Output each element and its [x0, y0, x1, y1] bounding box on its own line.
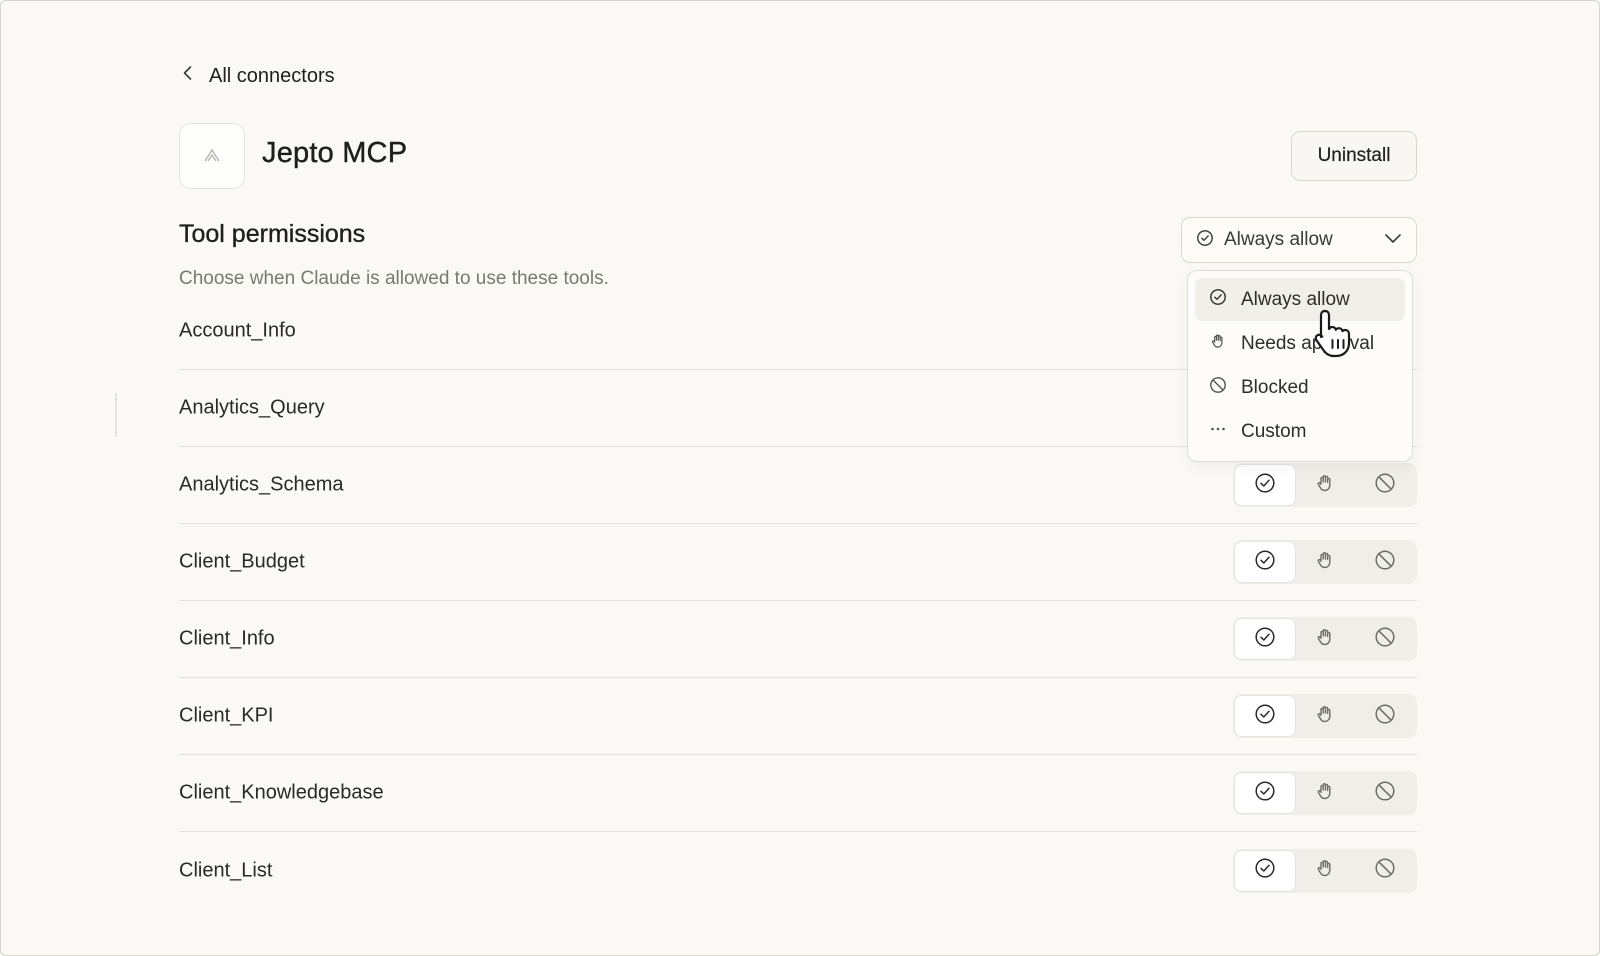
tool-name: Client_Info: [179, 627, 275, 650]
dropdown-option-label: Custom: [1241, 420, 1307, 442]
hand-icon: [1314, 626, 1336, 653]
dropdown-option-custom[interactable]: Custom: [1195, 410, 1405, 453]
needs-approval-option[interactable]: [1295, 851, 1355, 891]
connector-logo: [179, 123, 245, 189]
global-permission-select[interactable]: Always allow: [1181, 217, 1417, 263]
chevron-left-icon: [179, 64, 197, 88]
chevron-down-icon: [1382, 227, 1404, 254]
blocked-option[interactable]: [1355, 619, 1415, 659]
uninstall-button[interactable]: Uninstall: [1291, 131, 1417, 181]
tool-name: Client_List: [179, 859, 273, 881]
global-permission-value: Always allow: [1224, 229, 1333, 250]
blocked-icon: [1374, 780, 1396, 807]
app-window: All connectors Jepto MCP Uninstall Tool …: [0, 0, 1600, 956]
blocked-option[interactable]: [1355, 696, 1415, 736]
tool-name: Analytics_Schema: [179, 473, 344, 496]
needs-approval-option[interactable]: [1295, 696, 1355, 736]
connector-header: Jepto MCP Uninstall: [179, 123, 1417, 189]
always-allow-option[interactable]: [1235, 619, 1295, 659]
needs-approval-option[interactable]: [1295, 773, 1355, 813]
hand-icon: [1314, 472, 1336, 499]
permission-toggle: [1233, 463, 1417, 507]
dropdown-option-needs-approval[interactable]: Needs approval: [1195, 322, 1405, 365]
blocked-option[interactable]: [1355, 542, 1415, 582]
back-link-label: All connectors: [209, 64, 335, 87]
tool-row: Client_Knowledgebase: [179, 755, 1417, 832]
dropdown-option-blocked[interactable]: Blocked: [1195, 366, 1405, 409]
needs-approval-option[interactable]: [1295, 542, 1355, 582]
tool-permissions-description: Choose when Claude is allowed to use the…: [179, 268, 609, 289]
permission-toggle: [1233, 617, 1417, 661]
tool-name: Client_KPI: [179, 704, 274, 727]
tool-name: Client_Knowledgebase: [179, 781, 384, 804]
blocked-icon: [1374, 549, 1396, 576]
check-circle-icon: [1254, 549, 1276, 576]
tool-row: Client_List: [179, 832, 1417, 909]
always-allow-option[interactable]: [1235, 773, 1295, 813]
blocked-icon: [1374, 626, 1396, 653]
check-circle-icon: [1254, 626, 1276, 653]
check-circle-icon: [1196, 229, 1214, 252]
tool-name: Account_Info: [179, 319, 296, 342]
permission-toggle: [1233, 771, 1417, 815]
blocked-icon: [1374, 472, 1396, 499]
tool-row: Client_Budget: [179, 524, 1417, 601]
tool-row: Client_KPI: [179, 678, 1417, 755]
blocked-option[interactable]: [1355, 773, 1415, 813]
blocked-option[interactable]: [1355, 851, 1415, 891]
tool-name: Client_Budget: [179, 550, 305, 573]
permission-toggle: [1233, 848, 1417, 893]
needs-approval-option[interactable]: [1295, 619, 1355, 659]
always-allow-option[interactable]: [1235, 465, 1295, 505]
permission-dropdown-menu: Always allow Needs approval Blocked Cust…: [1187, 270, 1413, 462]
blocked-icon: [1374, 857, 1396, 884]
check-circle-icon: [1254, 472, 1276, 499]
tool-name: Analytics_Query: [179, 396, 325, 419]
always-allow-option[interactable]: [1235, 696, 1295, 736]
permission-toggle: [1233, 694, 1417, 738]
pointer-hand-cursor-icon: [1313, 307, 1359, 359]
always-allow-option[interactable]: [1235, 850, 1295, 891]
hand-icon: [1314, 703, 1336, 730]
check-circle-icon: [1209, 288, 1227, 312]
dropdown-option-label: Blocked: [1241, 376, 1309, 398]
always-allow-option[interactable]: [1235, 542, 1295, 582]
hand-icon: [1209, 332, 1227, 356]
check-circle-icon: [1254, 703, 1276, 730]
blocked-icon: [1209, 376, 1227, 400]
check-circle-icon: [1254, 857, 1276, 884]
connector-title: Jepto MCP: [262, 137, 408, 169]
tool-permissions-title: Tool permissions: [179, 220, 366, 248]
blocked-option[interactable]: [1355, 465, 1415, 505]
hand-icon: [1314, 780, 1336, 807]
permission-toggle: [1233, 540, 1417, 584]
scroll-edge: [115, 393, 117, 437]
hand-icon: [1314, 857, 1336, 884]
dropdown-option-always-allow[interactable]: Always allow: [1195, 278, 1405, 321]
hand-icon: [1314, 549, 1336, 576]
connector-logo-icon: [204, 148, 220, 162]
back-to-connectors-link[interactable]: All connectors: [179, 61, 335, 91]
check-circle-icon: [1254, 780, 1276, 807]
tool-row: Client_Info: [179, 601, 1417, 678]
blocked-icon: [1374, 703, 1396, 730]
needs-approval-option[interactable]: [1295, 465, 1355, 505]
more-horizontal-icon: [1209, 420, 1227, 444]
